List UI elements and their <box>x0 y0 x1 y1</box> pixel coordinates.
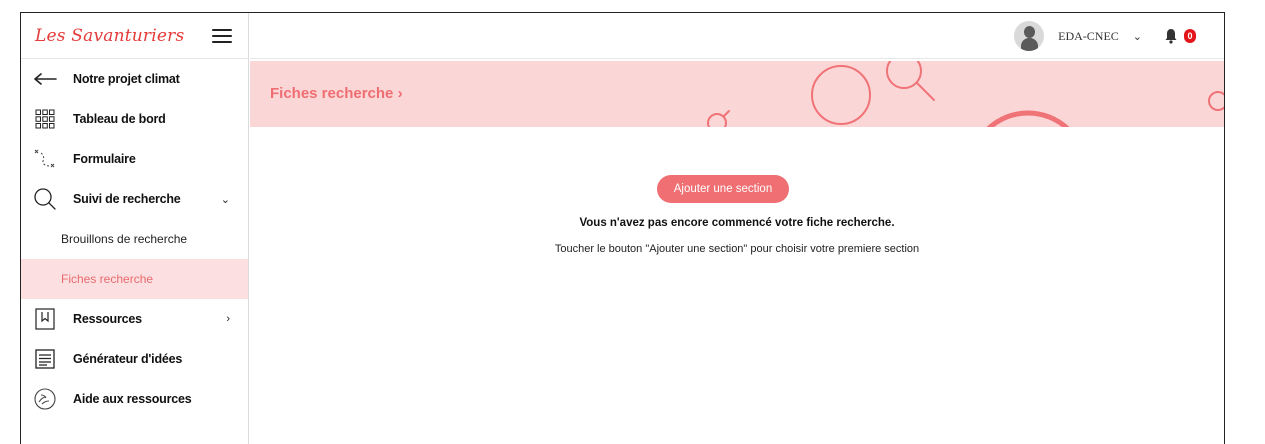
hamburger-icon[interactable] <box>212 28 232 43</box>
notification-badge: 0 <box>1184 29 1196 43</box>
sidebar-item-label: Aide aux ressources <box>73 392 192 406</box>
sidebar-item-label: Suivi de recherche <box>73 192 181 206</box>
arrow-left-icon <box>31 67 59 91</box>
empty-state-hint: Toucher le bouton "Ajouter une section" … <box>554 243 920 255</box>
sidebar-item-label: Formulaire <box>73 152 136 166</box>
path-icon <box>31 147 59 171</box>
bell-icon[interactable] <box>1164 28 1178 44</box>
app-frame: Les Savanturiers Notre projet climat Tab… <box>20 12 1225 444</box>
sidebar-item-label: Tableau de bord <box>73 112 166 126</box>
empty-state-title: Vous n'avez pas encore commencé votre fi… <box>579 217 895 229</box>
sidebar-item-ressources[interactable]: Ressources › <box>21 299 248 339</box>
page-banner: Fiches recherche › <box>250 61 1224 127</box>
sidebar-item-label: Ressources <box>73 312 142 326</box>
chevron-right-icon[interactable]: › <box>226 313 230 325</box>
page-title[interactable]: Fiches recherche › <box>270 85 403 102</box>
sidebar-subitem-brouillons[interactable]: Brouillons de recherche <box>21 219 248 259</box>
chevron-down-icon[interactable]: ⌄ <box>1133 30 1142 43</box>
sidebar-subitem-fiches-recherche[interactable]: Fiches recherche <box>21 259 248 299</box>
sidebar-item-label: Générateur d'idées <box>73 352 183 366</box>
chevron-down-icon[interactable]: ⌄ <box>221 193 230 206</box>
avatar[interactable] <box>1014 21 1045 51</box>
sidebar: Les Savanturiers Notre projet climat Tab… <box>21 13 249 444</box>
sidebar-item-formulaire[interactable]: Formulaire <box>21 139 248 179</box>
add-section-button[interactable]: Ajouter une section <box>657 175 789 203</box>
sidebar-item-generateur-idees[interactable]: Générateur d'idées <box>21 339 248 379</box>
user-menu: EDA-CNEC ⌄ 0 <box>1014 19 1196 53</box>
logo[interactable]: Les Savanturiers <box>35 26 184 46</box>
username[interactable]: EDA-CNEC <box>1058 29 1119 44</box>
search-icon <box>31 187 59 211</box>
hands-icon <box>31 387 59 411</box>
grid-icon <box>31 107 59 131</box>
document-icon <box>31 347 59 371</box>
bookmark-icon <box>31 307 59 331</box>
top-bar: EDA-CNEC ⌄ 0 <box>250 13 1224 59</box>
sidebar-item-suivi-de-recherche[interactable]: Suivi de recherche ⌄ <box>21 179 248 219</box>
main-content: Ajouter une section Vous n'avez pas enco… <box>250 127 1224 444</box>
sidebar-item-aide-aux-ressources[interactable]: Aide aux ressources <box>21 379 248 419</box>
brand-bar: Les Savanturiers <box>21 13 248 59</box>
sidebar-item-tableau-de-bord[interactable]: Tableau de bord <box>21 99 248 139</box>
sidebar-item-notre-projet-climat[interactable]: Notre projet climat <box>21 59 248 99</box>
sidebar-item-label: Notre projet climat <box>73 72 180 86</box>
